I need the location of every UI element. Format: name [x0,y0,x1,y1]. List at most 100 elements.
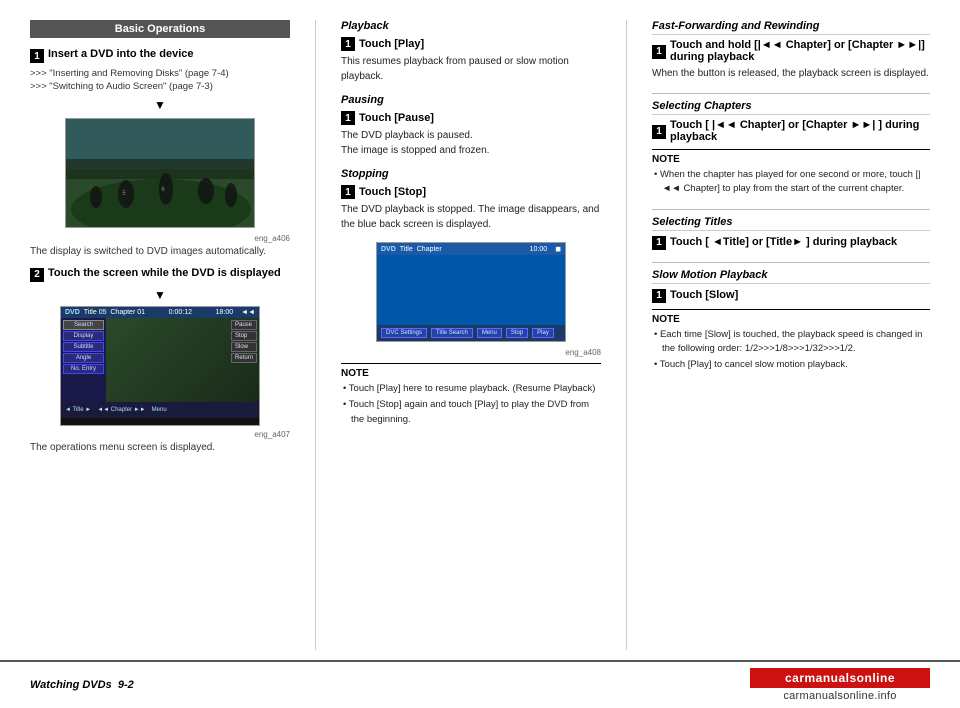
arrow-down-1: ▼ [30,98,290,112]
step1-badge: 1 [30,49,44,63]
dvd-btn-noentry[interactable]: No. Entry [63,364,104,374]
dvd-nav-title: ◄ Title ► [65,407,91,413]
dvd-icon-1: ◄◄ [241,309,255,316]
pausing-title: Pausing [341,94,601,106]
ff-step-text: Touch and hold [|◄◄ Chapter] or [Chapter… [670,39,930,63]
dvd-btn-display[interactable]: Display [63,331,104,341]
footer-label: Watching DVDs 9-2 [30,679,134,691]
blue-screen-bottom: DVC Settings Title Search Menu Stop Play [377,325,565,341]
img1-caption: eng_a406 [30,234,290,243]
ff-badge: 1 [652,45,666,59]
sc-step-text: Touch [ |◄◄ Chapter] or [Chapter ►►| ] d… [670,119,930,143]
pausing-badge: 1 [341,111,355,125]
sm-note-1: • Each time [Slow] is touched, the playb… [652,328,930,357]
blue-btn-menu[interactable]: Menu [477,328,502,338]
blue-dvd-label: DVD [381,246,396,253]
select-titles-section: Selecting Titles 1 Touch [ ◄Title] or [T… [652,216,930,250]
section-header: Basic Operations [30,20,290,38]
wm-url: carmanualsonline.info [783,690,896,702]
content-area: Basic Operations 1 Insert a DVD into the… [0,0,960,660]
divider-1 [652,93,930,94]
dvd-menu-screen: DVD Title 05 Chapter 01 0:00:12 18:00 ◄◄… [60,306,260,426]
blue-btn-dvcsettings[interactable]: DVC Settings [381,328,427,338]
dvd-btn-slow[interactable]: Slow [231,342,257,352]
footer-page: 9-2 [118,679,134,691]
dvd-title-info: Title 05 Chapter 01 [84,309,145,316]
sm-badge: 1 [652,289,666,303]
dvd-menu-bottom-bar: ◄ Title ► ◄◄ Chapter ►► Menu [61,402,259,418]
footer-watching: Watching DVDs [30,679,112,691]
separator-2 [626,20,627,650]
mid-column: Playback 1 Touch [Play] This resumes pla… [341,20,601,650]
dvd-sidebar: Search Display Subtitle Angle No. Entry [61,318,106,402]
select-titles-step: 1 Touch [ ◄Title] or [Title► ] during pl… [652,235,930,250]
fast-forward-heading: Fast-Forwarding and Rewinding [652,20,930,35]
dvd-btn-search[interactable]: Search [63,320,104,330]
select-titles-heading: Selecting Titles [652,216,930,231]
right-column: Fast-Forwarding and Rewinding 1 Touch an… [652,20,930,650]
step1: 1 Insert a DVD into the device [30,48,290,63]
dvd-menu-main-area: Search Display Subtitle Angle No. Entry … [61,318,259,402]
separator-1 [315,20,316,650]
dvd-video-area: Pause Stop Slow Return [106,318,259,402]
blue-chapter-label: Chapter [417,246,442,253]
dvd-btn-pause[interactable]: Pause [231,320,257,330]
playback-title: Playback [341,20,601,32]
sc-badge: 1 [652,125,666,139]
img2-desc: The operations menu screen is displayed. [30,441,290,455]
dvd-nav-menu: Menu [152,407,167,413]
dvd-btn-subtitle[interactable]: Subtitle [63,342,104,352]
ff-desc: When the button is released, the playbac… [652,66,930,81]
step1-text: Insert a DVD into the device [48,48,193,60]
page-container: Basic Operations 1 Insert a DVD into the… [0,0,960,708]
blue-screen-top: DVD Title Chapter 10:00 ◼ [377,243,565,255]
img2-caption: eng_a407 [30,430,290,439]
blue-screen-caption: eng_a408 [341,348,601,357]
img1-desc: The display is switched to DVD images au… [30,245,290,259]
fast-forward-step: 1 Touch and hold [|◄◄ Chapter] or [Chapt… [652,39,930,63]
sm-step-text: Touch [Slow] [670,289,738,301]
stopping-badge: 1 [341,185,355,199]
stopping-step-text: Touch [Stop] [359,186,426,198]
dvd-clock: 18:00 [216,309,234,316]
watermark-area: carmanualsonline carmanualsonline.info [750,668,930,702]
playback-badge: 1 [341,37,355,51]
step2: 2 Touch the screen while the DVD is disp… [30,267,290,282]
watermark: carmanualsonline carmanualsonline.info [750,668,930,702]
select-chapters-heading: Selecting Chapters [652,100,930,115]
select-chapters-step: 1 Touch [ |◄◄ Chapter] or [Chapter ►►| ]… [652,119,930,143]
select-chapters-note-box: NOTE • When the chapter has played for o… [652,149,930,197]
playback-step-text: Touch [Play] [359,38,424,50]
stopping-note-1: • Touch [Play] here to resume playback. … [341,382,601,396]
dvd-btn-stop[interactable]: Stop [231,331,257,341]
arrow-down-2: ▼ [30,288,290,302]
sc-note: • When the chapter has played for one se… [652,168,930,197]
slow-motion-heading: Slow Motion Playback [652,269,930,284]
stopping-step: 1 Touch [Stop] [341,184,601,199]
left-column: Basic Operations 1 Insert a DVD into the… [30,20,290,650]
playback-step: 1 Touch [Play] [341,36,601,51]
dvd-time: 0:00:12 [169,309,192,316]
blue-time: 10:00 [530,246,548,253]
blue-btn-play[interactable]: Play [532,328,554,338]
stopping-desc: The DVD playback is stopped. The image d… [341,202,601,232]
pausing-section: Pausing 1 Touch [Pause] The DVD playback… [341,94,601,158]
pausing-desc2: The image is stopped and frozen. [341,143,601,158]
blue-btn-titlesearch[interactable]: Title Search [431,328,473,338]
select-chapters-section: Selecting Chapters 1 Touch [ |◄◄ Chapter… [652,100,930,197]
dvd-btn-return[interactable]: Return [231,353,257,363]
step2-badge: 2 [30,268,44,282]
wm-text: carmanualsonline [785,671,895,685]
playback-desc: This resumes playback from paused or slo… [341,54,601,84]
dvd-label: DVD [65,309,80,316]
blue-btn-stop[interactable]: Stop [506,328,528,338]
pausing-desc1: The DVD playback is paused. [341,128,601,143]
divider-2 [652,209,930,210]
dvd-right-btns: Pause Stop Slow Return [231,320,257,363]
blue-screen-content [377,255,565,315]
slow-motion-section: Slow Motion Playback 1 Touch [Slow] NOTE… [652,269,930,373]
st-step-text: Touch [ ◄Title] or [Title► ] during play… [670,236,897,248]
dvd-btn-angle[interactable]: Angle [63,353,104,363]
playback-section: Playback 1 Touch [Play] This resumes pla… [341,20,601,84]
slow-motion-step: 1 Touch [Slow] [652,288,930,303]
